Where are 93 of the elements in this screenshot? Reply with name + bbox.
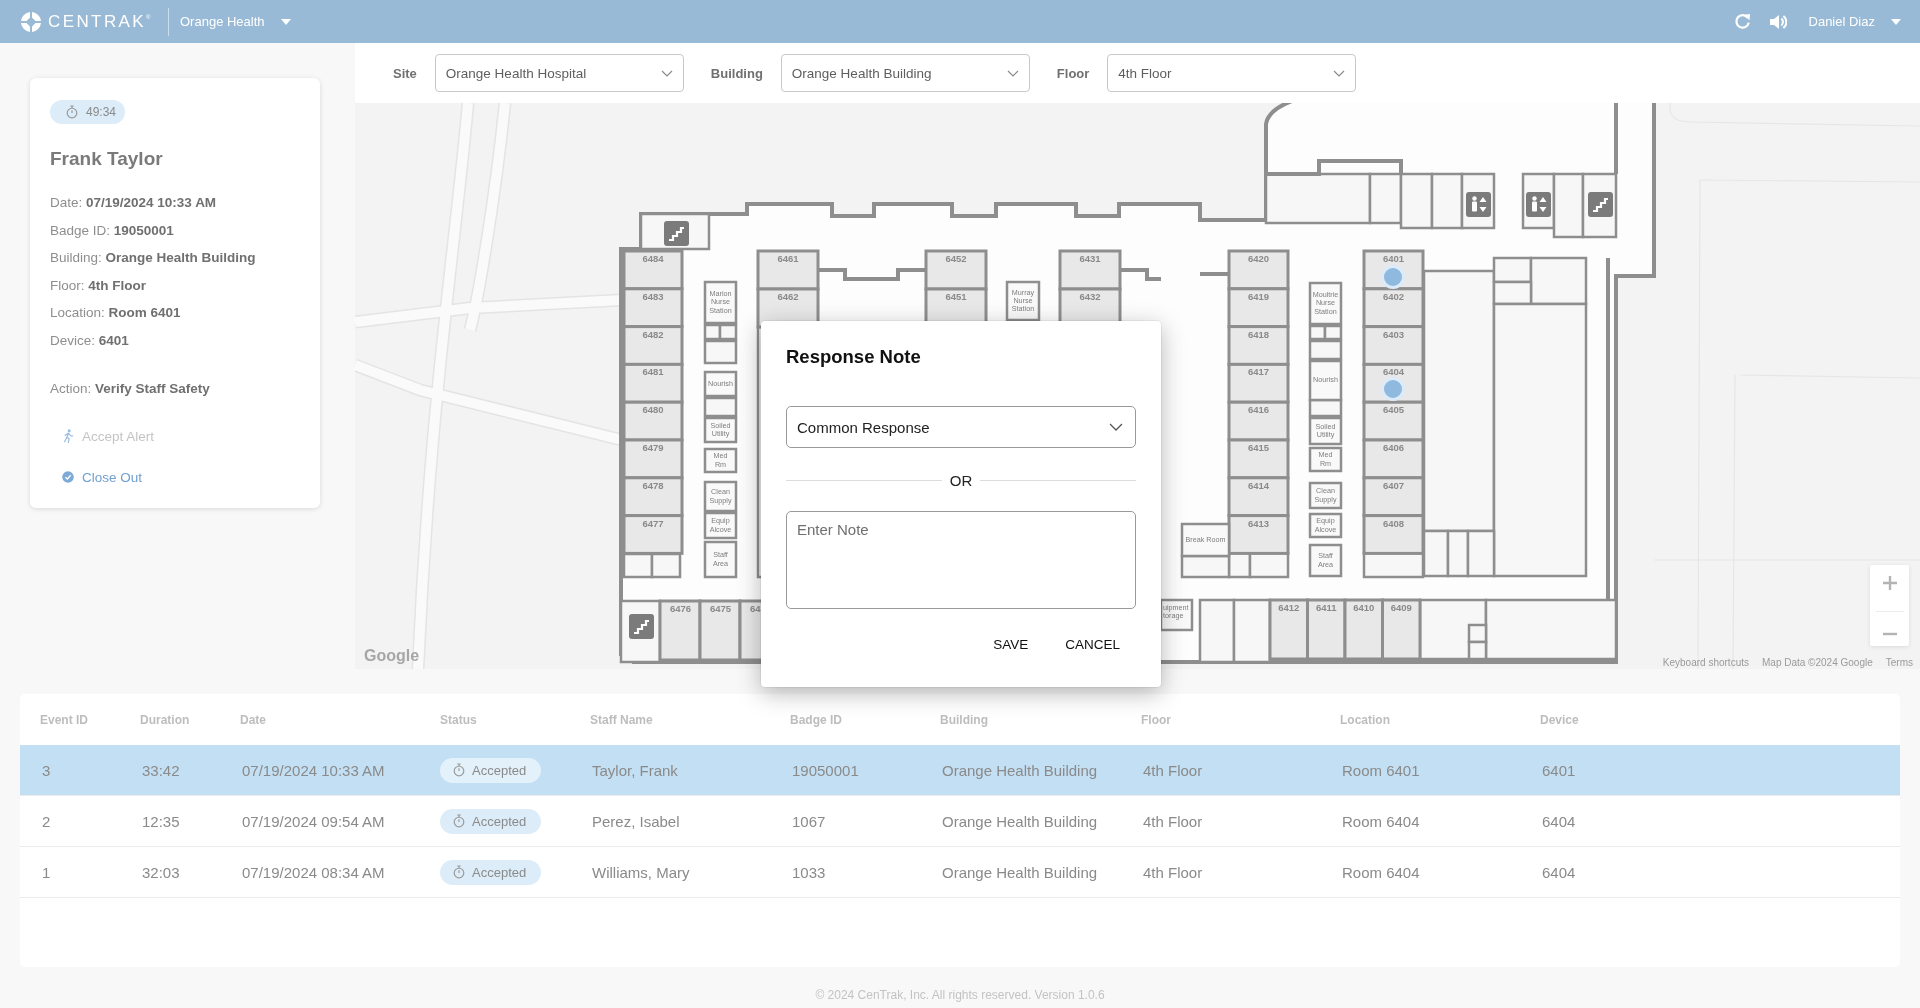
column-header: Date [240, 712, 267, 727]
filter-label: Site [393, 65, 417, 81]
table-cell-text: 07/19/2024 08:34 AM [241, 863, 385, 881]
room-number: 6477 [642, 518, 664, 529]
dialog-title: Response Note [786, 345, 922, 369]
room-number: 6405 [1382, 405, 1405, 415]
room-number: 6409 [1390, 603, 1412, 613]
table-cell-text: 07/19/2024 09:54 AM [241, 812, 385, 830]
table-cell-text: 12:35 [141, 812, 180, 830]
room-number: 6413 [1247, 518, 1270, 529]
detail-line: Floor: 4th Floor [50, 276, 147, 295]
room-number: 6484 [642, 254, 664, 264]
room-number: 6482 [642, 329, 664, 340]
table-cell-text: 4th Floor [1142, 761, 1203, 779]
room-number: 6480 [642, 405, 664, 415]
column-header: Duration [140, 712, 191, 727]
room-number: 6462 [777, 292, 799, 302]
room-number: 6406 [1382, 443, 1405, 453]
table-cell-text: 3 [41, 761, 51, 779]
action-line: Action: Verify Staff Safety [50, 379, 211, 398]
table-cell-text: Taylor, Frank [591, 761, 678, 779]
room-number: 6432 [1079, 292, 1101, 302]
column-header: Badge ID [790, 712, 843, 727]
table-cell-text: Room 6404 [1341, 863, 1420, 881]
room-number: 6401 [1382, 254, 1405, 264]
room-number: 6419 [1247, 291, 1270, 302]
filter-label: Building [710, 65, 763, 81]
staff-name: Frank Taylor [50, 147, 164, 171]
room-number: 6417 [1247, 367, 1270, 377]
table-cell-text: 2 [41, 812, 51, 830]
room-number: 6412 [1278, 603, 1300, 613]
room-number: 6461 [777, 254, 799, 264]
logo-text: CENTRAK$^{®}$ [48, 13, 151, 30]
room-number: 6404 [1382, 367, 1405, 377]
table-cell-text: 4th Floor [1142, 812, 1203, 830]
table-cell-text: Room 6401 [1341, 761, 1420, 779]
detail-line: Location: Room 6401 [50, 304, 182, 323]
table-cell-text: 4th Floor [1142, 863, 1203, 881]
room-number: 6414 [1247, 480, 1270, 491]
room-number: 6411 [1315, 603, 1337, 613]
room-number: 6431 [1079, 254, 1101, 264]
room-number: 6418 [1247, 329, 1270, 340]
table-cell-text: 1067 [791, 812, 826, 830]
room-number: 6483 [642, 291, 664, 302]
room-number: 6451 [945, 292, 967, 302]
detail-line: Building: Orange Health Building [50, 249, 257, 268]
table-cell-text: Perez, Isabel [591, 812, 680, 830]
status-text: Accepted [472, 762, 527, 778]
table-cell-text: 6404 [1541, 812, 1576, 830]
column-header: Location [1340, 712, 1391, 727]
room-number: 6415 [1247, 443, 1270, 453]
table-cell-text: Orange Health Building [941, 863, 1098, 881]
room-number: 6479 [642, 443, 664, 453]
timer-text: 49:34 [86, 105, 117, 119]
map-logo: Google [364, 647, 420, 665]
table-cell-text: 1 [41, 863, 51, 881]
table-cell-text: 6401 [1541, 761, 1576, 779]
status-text: Accepted [472, 813, 527, 829]
room-number: 6478 [642, 480, 664, 491]
detail-line: Badge ID: 19050001 [50, 221, 175, 240]
column-header: Device [1540, 712, 1580, 727]
room-number: 6420 [1247, 254, 1270, 264]
room-number: 6410 [1353, 603, 1375, 613]
column-header: Status [440, 712, 478, 727]
room-number: 6402 [1382, 291, 1405, 302]
room-number: 6408 [1382, 518, 1405, 529]
table-cell-text: 1033 [791, 863, 826, 881]
table-cell-text: Orange Health Building [941, 761, 1098, 779]
room-number: 6452 [945, 254, 967, 264]
table-cell-text: Williams, Mary [591, 863, 690, 881]
column-header: Floor [1141, 712, 1172, 727]
separator-text: OR [949, 471, 973, 489]
table-cell-text: 33:42 [141, 761, 180, 779]
detail-line: Device: 6401 [50, 331, 130, 350]
room-number: 6403 [1382, 329, 1405, 340]
table-cell-text: Room 6404 [1341, 812, 1420, 830]
detail-line: Date: 07/19/2024 10:33 AM [50, 194, 218, 212]
table-cell-text: 6404 [1541, 863, 1576, 881]
room-number: 6481 [642, 367, 664, 377]
column-header: Staff Name [590, 712, 654, 727]
room-number: 6416 [1247, 405, 1270, 415]
status-text: Accepted [472, 864, 527, 880]
table-cell-text: 32:03 [141, 863, 180, 881]
table-cell-text: 19050001 [791, 761, 859, 779]
column-header: Building [940, 712, 989, 727]
table-cell-text: Orange Health Building [941, 812, 1098, 830]
room-number: 6476 [670, 604, 692, 614]
room-number: 6475 [710, 604, 732, 614]
column-header: Event ID [40, 712, 89, 727]
room-number: 6407 [1382, 480, 1405, 491]
filter-label: Floor [1056, 65, 1090, 81]
room-number: 64 [750, 604, 761, 614]
table-cell-text: 07/19/2024 10:33 AM [241, 761, 385, 779]
